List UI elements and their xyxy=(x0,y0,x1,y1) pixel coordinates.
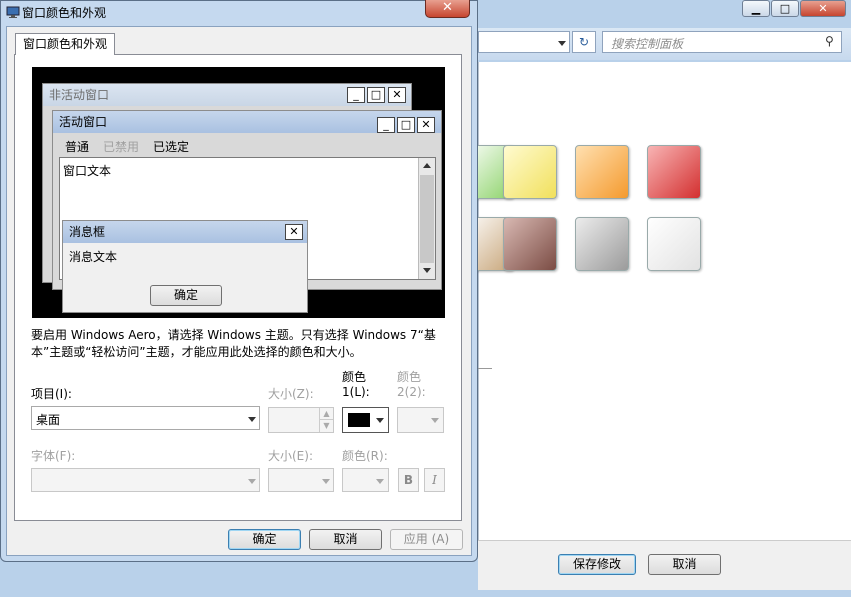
search-input[interactable]: 搜索控制面板 ⚲ xyxy=(602,31,842,53)
window-text: 窗口文本 xyxy=(63,164,112,178)
color-swatch-orange[interactable] xyxy=(575,145,629,199)
bg-cancel-label: 取消 xyxy=(672,557,697,571)
msgbox-title-bar: 消息框 xyxy=(63,221,307,243)
item-select[interactable]: 桌面 xyxy=(31,406,260,430)
search-icon: ⚲ xyxy=(825,34,834,48)
msgbox-ok-button: 确定 xyxy=(150,285,222,306)
ok-button[interactable]: 确定 xyxy=(228,529,301,550)
scroll-up-icon xyxy=(423,163,431,168)
info-text-line1: 要启用 Windows Aero，请选择 Windows 主题。只有选择 Win… xyxy=(31,328,436,342)
apply-button[interactable]: 应用 (A) xyxy=(390,529,463,550)
cancel-label: 取消 xyxy=(333,532,358,546)
close-icon: ✕ xyxy=(818,2,828,15)
ok-label: 确定 xyxy=(252,532,277,546)
color-swatch-yellow[interactable] xyxy=(503,145,557,199)
color2-label-bottom: 2(2): xyxy=(397,385,426,399)
color-swatch-white[interactable] xyxy=(647,217,701,271)
close-icon: ✕ xyxy=(285,224,303,240)
scroll-thumb xyxy=(420,175,434,263)
tab-label: 窗口颜色和外观 xyxy=(22,37,107,51)
chevron-down-icon xyxy=(322,479,330,484)
cancel-button[interactable]: 取消 xyxy=(309,529,382,550)
active-title: 活动窗口 xyxy=(59,115,108,129)
chevron-down-icon xyxy=(376,418,384,423)
maximize-icon: □ xyxy=(367,87,385,103)
menu-normal: 普通 xyxy=(65,140,90,154)
font-label: 字体(F): xyxy=(31,449,76,463)
menu-disabled: 已禁用 xyxy=(103,140,140,154)
color1-swatch xyxy=(348,413,370,427)
bold-toggle[interactable]: B xyxy=(398,468,419,492)
refresh-button[interactable]: ↻ xyxy=(572,31,596,53)
item-label: 项目(I): xyxy=(31,387,72,401)
window-close-button[interactable]: ✕ xyxy=(800,0,846,17)
maximize-icon: □ xyxy=(779,2,791,15)
item-value: 桌面 xyxy=(36,413,61,427)
refresh-icon: ↻ xyxy=(578,35,590,49)
msgbox-title: 消息框 xyxy=(69,225,106,239)
bold-label: B xyxy=(403,473,414,487)
info-text-line2: 本”主题或“轻松访问”主题，才能应用此处选择的颜色和大小。 xyxy=(31,345,362,359)
chevron-down-icon xyxy=(558,41,566,46)
save-changes-label: 保存修改 xyxy=(572,557,621,571)
size-stepper[interactable]: ▲ ▼ xyxy=(268,407,334,433)
italic-toggle[interactable]: I xyxy=(424,468,445,492)
color1-label-top: 颜色 xyxy=(342,370,367,384)
msgbox-ok-label: 确定 xyxy=(173,288,198,302)
font-size-select[interactable] xyxy=(268,468,334,492)
color2-label-top: 颜色 xyxy=(397,370,422,384)
msgbox-text: 消息文本 xyxy=(69,250,118,264)
close-icon: ✕ xyxy=(417,117,435,133)
inactive-title: 非活动窗口 xyxy=(49,88,110,102)
tab-appearance[interactable]: 窗口颜色和外观 xyxy=(15,33,115,55)
font-color-picker[interactable] xyxy=(342,468,389,492)
close-icon: ✕ xyxy=(388,87,406,103)
chevron-down-icon xyxy=(248,479,256,484)
color-swatch-gray[interactable] xyxy=(575,217,629,271)
menu-selected: 已选定 xyxy=(153,140,190,154)
search-placeholder: 搜索控制面板 xyxy=(611,37,684,51)
maximize-button[interactable]: □ xyxy=(771,0,799,17)
minimize-icon: _ xyxy=(347,87,365,103)
bg-cancel-button[interactable]: 取消 xyxy=(648,554,721,575)
maximize-icon: □ xyxy=(397,117,415,133)
minimize-button[interactable]: ▁ xyxy=(742,0,770,17)
color-swatch-red[interactable] xyxy=(647,145,701,199)
chevron-down-icon xyxy=(431,418,439,423)
chevron-down-icon xyxy=(248,417,256,422)
minimize-icon: _ xyxy=(377,117,395,133)
color1-picker[interactable] xyxy=(342,407,389,433)
scroll-down-icon xyxy=(423,268,431,273)
apply-label: 应用 (A) xyxy=(403,532,450,546)
font-color-label: 颜色(R): xyxy=(342,449,388,463)
close-icon: ✕ xyxy=(442,0,453,15)
display-icon xyxy=(6,5,20,19)
color2-picker[interactable] xyxy=(397,407,444,433)
chevron-down-icon xyxy=(376,479,384,484)
dialog-close-button[interactable]: ✕ xyxy=(425,0,470,18)
divider xyxy=(478,368,492,369)
minimize-icon: ▁ xyxy=(751,2,761,15)
stepper-down-icon[interactable]: ▼ xyxy=(319,420,333,432)
dialog-title: 窗口颜色和外观 xyxy=(22,6,107,20)
control-panel-content xyxy=(478,62,851,540)
font-size-label: 大小(E): xyxy=(268,449,313,463)
italic-label: I xyxy=(432,473,437,487)
address-bar[interactable] xyxy=(478,31,570,53)
preview-scrollbar xyxy=(418,158,435,279)
stepper-up-icon[interactable]: ▲ xyxy=(319,408,333,420)
size-label: 大小(Z): xyxy=(268,387,314,401)
color-swatch-brown[interactable] xyxy=(503,217,557,271)
save-changes-button[interactable]: 保存修改 xyxy=(558,554,636,575)
message-box-preview: 消息框 ✕ 消息文本 确定 xyxy=(62,220,308,313)
font-select[interactable] xyxy=(31,468,260,492)
color1-label-bottom: 1(L): xyxy=(342,385,370,399)
